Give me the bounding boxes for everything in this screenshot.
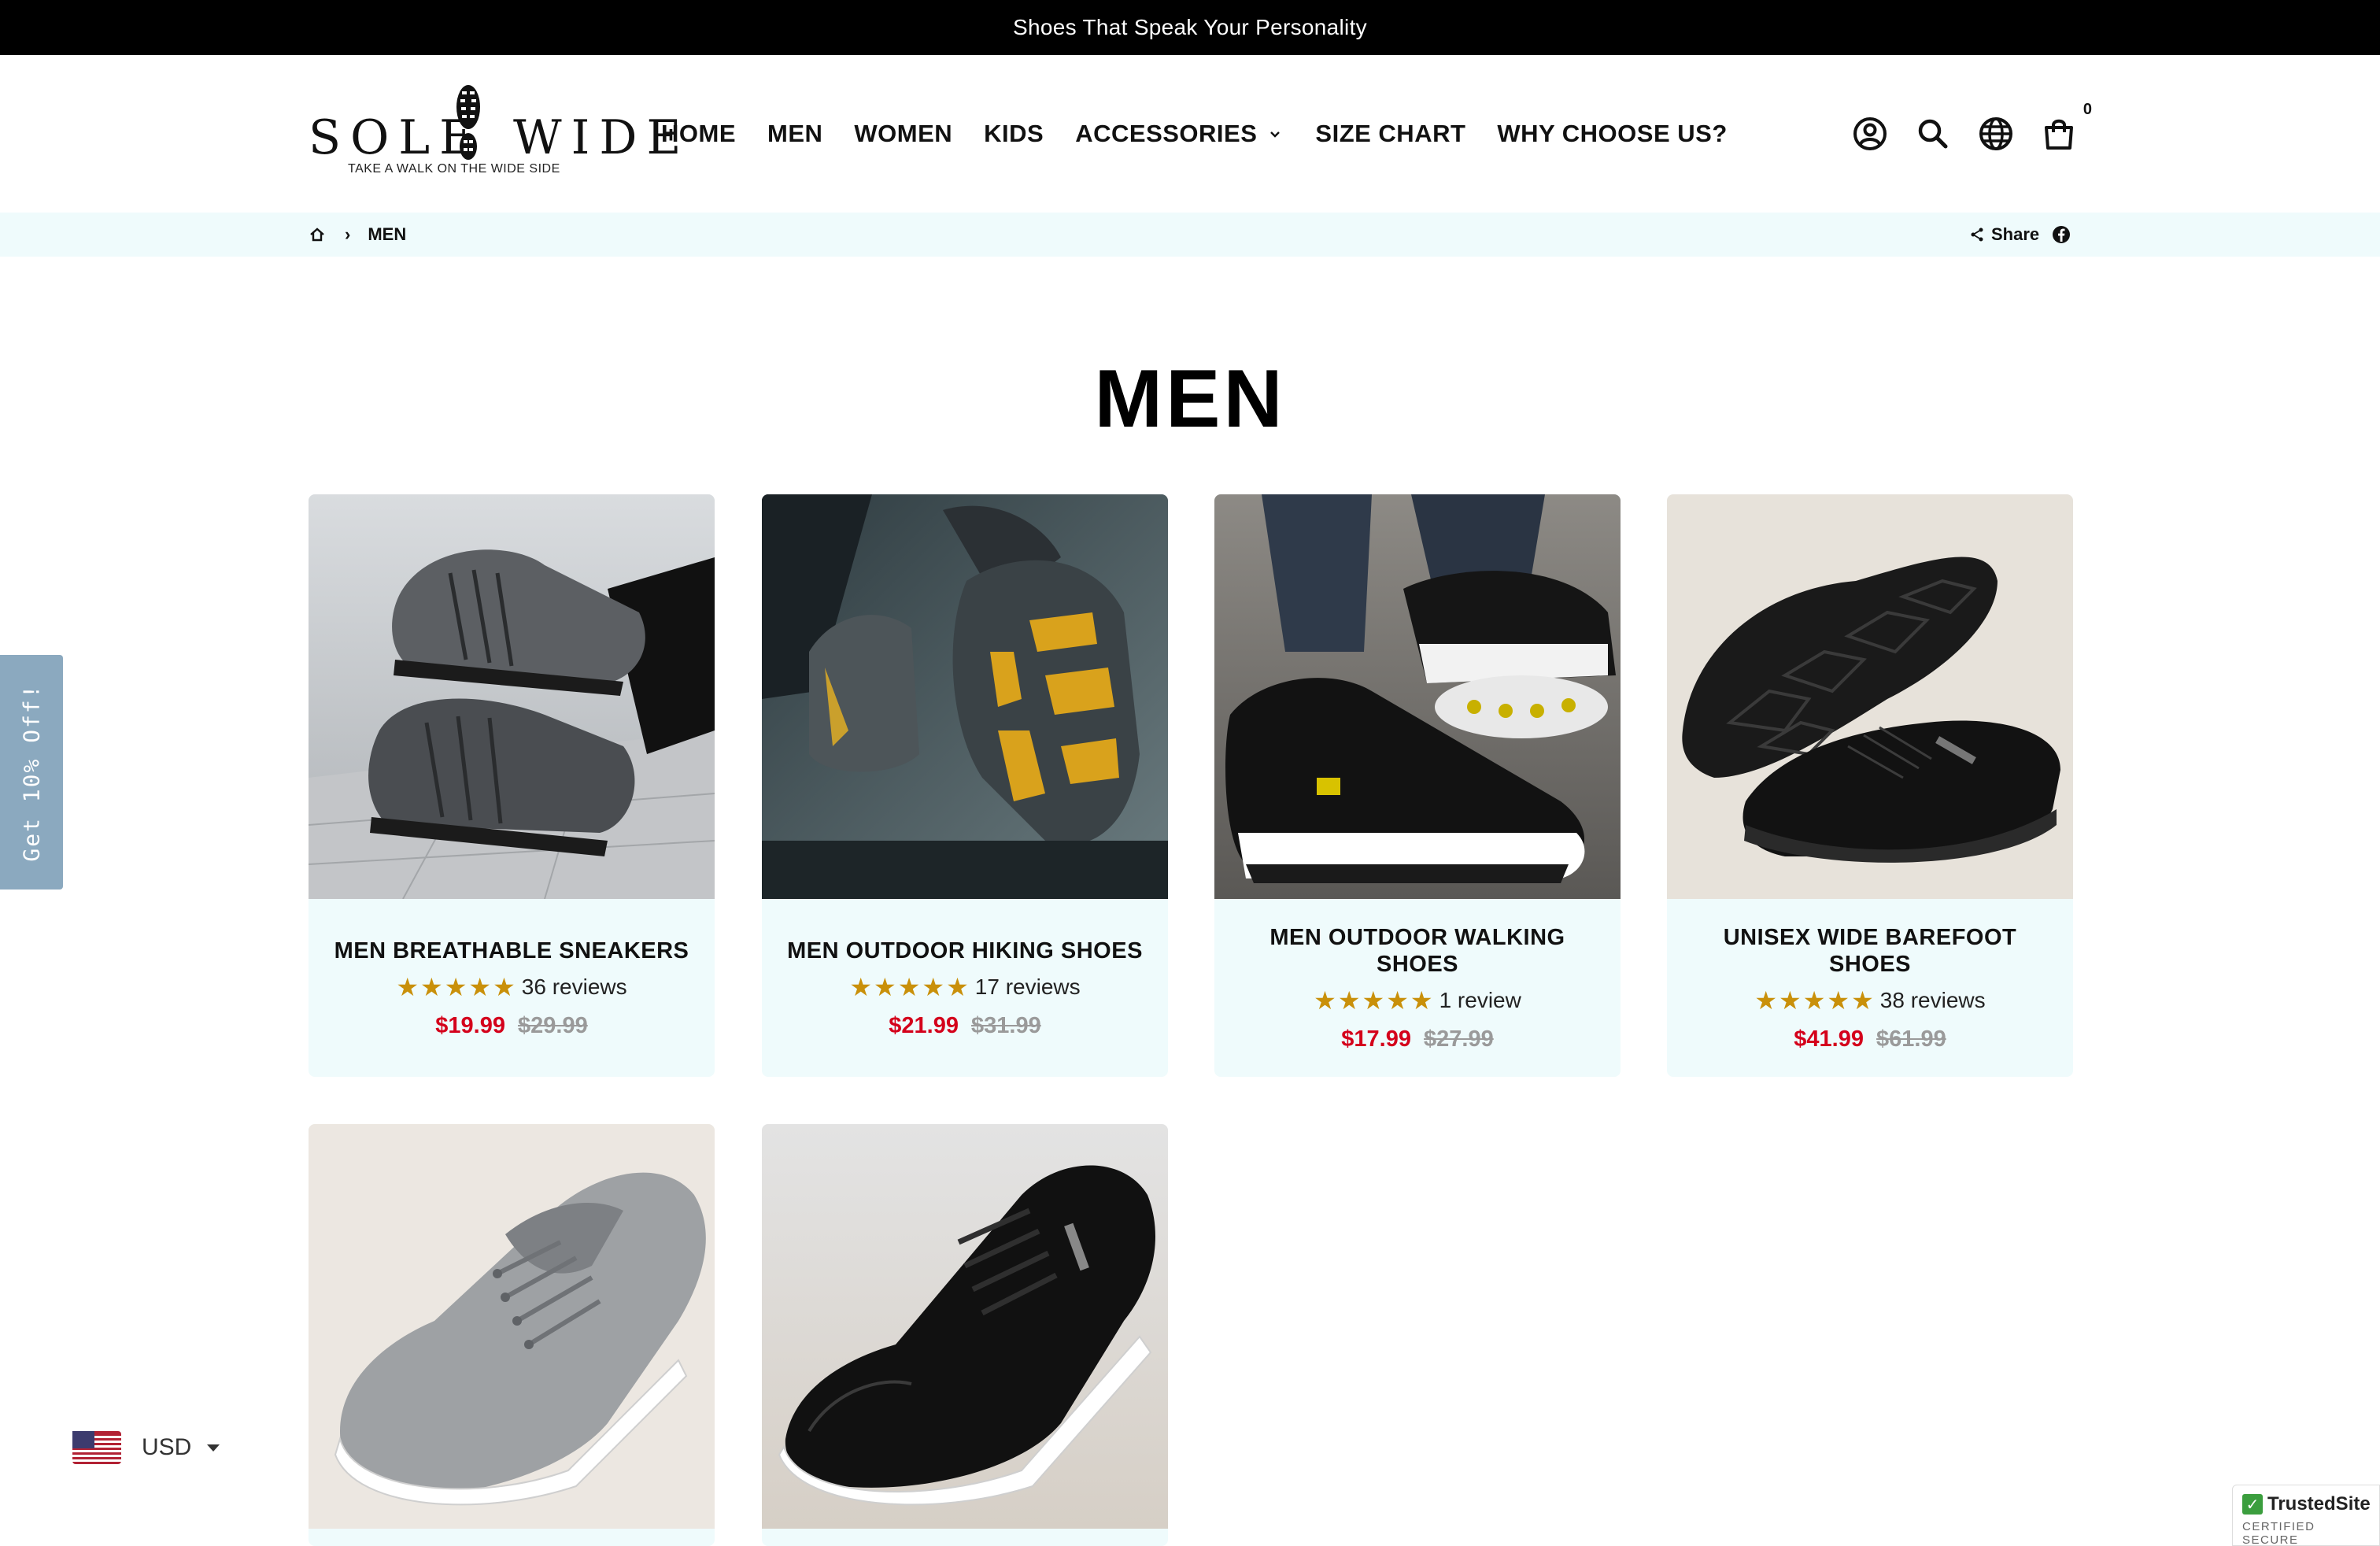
site-header: SOLE WIDE TAKE A WALK ON THE WIDE SIDE H…	[0, 55, 2380, 213]
nav-item-women[interactable]: WOMEN	[854, 120, 952, 148]
breadcrumb-bar: › MEN Share	[0, 213, 2380, 257]
product-card[interactable]: UNISEX WIDE BAREFOOT SHOES ★★★★★ 38 revi…	[1667, 494, 2073, 1077]
cart-button[interactable]: 0	[2037, 101, 2092, 156]
review-count: 17 reviews	[974, 974, 1081, 999]
share-icon	[1971, 227, 1983, 242]
facebook-icon[interactable]	[2052, 225, 2071, 244]
chevron-right-icon: ›	[345, 224, 351, 244]
trustedsite-subtitle: CERTIFIED SECURE	[2242, 1520, 2315, 1546]
star-rating-icons: ★★★★★	[1754, 986, 1876, 1015]
hiking-shoe-photo	[762, 494, 1168, 899]
product-price: $21.99 $31.99	[889, 1013, 1040, 1039]
sale-price: $41.99	[1794, 1026, 1864, 1052]
review-count: 36 reviews	[521, 974, 627, 999]
review-count: 1 review	[1439, 987, 1521, 1012]
nav-item-why-choose-us[interactable]: WHY CHOOSE US?	[1497, 120, 1727, 148]
nav-item-size-chart[interactable]: SIZE CHART	[1315, 120, 1465, 148]
announcement-text: Shoes That Speak Your Personality	[1013, 15, 1367, 39]
product-rating: ★★★★★ 38 reviews	[1754, 986, 1985, 1015]
product-price: $17.99 $27.99	[1341, 1026, 1493, 1052]
barefoot-shoe-photo	[1667, 494, 2073, 899]
account-icon	[1853, 117, 1887, 150]
review-count: 38 reviews	[1879, 987, 1986, 1012]
compare-price: $31.99	[971, 1012, 1041, 1038]
trustedsite-title-row: ✓ TrustedSite	[2242, 1493, 2371, 1515]
compare-price: $29.99	[518, 1012, 588, 1038]
logo[interactable]: SOLE WIDE TAKE A WALK ON THE WIDE SIDE	[309, 83, 681, 178]
grey-knit-shoe-photo	[309, 1124, 715, 1529]
discount-side-tab[interactable]: Get 10% Off!	[0, 655, 63, 890]
product-price: $41.99 $61.99	[1794, 1026, 1946, 1052]
product-info: MEN BREATHABLE SNEAKERS ★★★★★ 36 reviews…	[309, 899, 715, 1077]
product-name[interactable]: MEN OUTDOOR WALKING SHOES	[1238, 924, 1597, 978]
breadcrumb-current: MEN	[368, 224, 407, 244]
product-card[interactable]	[309, 1124, 715, 1546]
product-name[interactable]: MEN BREATHABLE SNEAKERS	[334, 938, 689, 964]
share-label[interactable]: Share	[1991, 224, 2039, 245]
product-rating: ★★★★★ 17 reviews	[849, 972, 1080, 1002]
star-rating-icons: ★★★★★	[396, 972, 517, 1001]
trustedsite-badge[interactable]: ✓ TrustedSite CERTIFIED SECURE	[2232, 1485, 2380, 1546]
black-leather-shoe-photo	[762, 1124, 1168, 1529]
search-icon	[1918, 119, 1948, 149]
sale-price: $19.99	[435, 1012, 505, 1038]
product-name[interactable]: UNISEX WIDE BAREFOOT SHOES	[1691, 924, 2049, 978]
nav-item-men[interactable]: MEN	[767, 120, 822, 148]
globe-icon	[1979, 117, 2012, 150]
product-name[interactable]: MEN OUTDOOR HIKING SHOES	[787, 938, 1143, 964]
product-price: $19.99 $29.99	[435, 1013, 587, 1039]
footprint-logo-icon	[456, 85, 480, 160]
nav-item-home[interactable]: HOME	[661, 120, 736, 148]
trustedsite-title: TrustedSite	[2267, 1493, 2371, 1515]
product-info: UNISEX WIDE BAREFOOT SHOES ★★★★★ 38 revi…	[1667, 899, 2073, 1077]
product-image[interactable]	[1667, 494, 2073, 899]
search-button[interactable]	[1911, 112, 1955, 156]
currency-selector[interactable]: USD	[72, 1431, 221, 1464]
nav-item-accessories[interactable]: ACCESSORIES	[1075, 120, 1282, 148]
main-nav: HOME MEN WOMEN KIDS ACCESSORIES SIZE CHA…	[661, 55, 1759, 213]
home-icon[interactable]	[309, 226, 326, 243]
product-image[interactable]	[309, 494, 715, 899]
currency-code: USD	[142, 1434, 192, 1460]
sneaker-photo	[309, 494, 715, 899]
nav-item-kids[interactable]: KIDS	[984, 120, 1044, 148]
star-rating-icons: ★★★★★	[1314, 986, 1435, 1015]
product-image[interactable]	[309, 1124, 715, 1529]
sale-price: $17.99	[1341, 1026, 1411, 1052]
account-button[interactable]	[1848, 112, 1892, 156]
product-info: MEN OUTDOOR HIKING SHOES ★★★★★ 17 review…	[762, 899, 1168, 1077]
share-group: Share	[1969, 224, 2077, 245]
discount-side-tab-label: Get 10% Off!	[18, 682, 45, 862]
breadcrumb: › MEN	[309, 224, 406, 245]
product-image[interactable]	[762, 1124, 1168, 1529]
product-info: MEN OUTDOOR WALKING SHOES ★★★★★ 1 review…	[1214, 899, 1621, 1077]
product-image[interactable]	[762, 494, 1168, 899]
product-card[interactable]: MEN BREATHABLE SNEAKERS ★★★★★ 36 reviews…	[309, 494, 715, 1077]
product-rating: ★★★★★ 1 review	[1314, 986, 1521, 1015]
cart-count: 0	[2082, 101, 2092, 118]
logo-tagline: TAKE A WALK ON THE WIDE SIDE	[348, 162, 560, 176]
language-button[interactable]	[1974, 112, 2018, 156]
compare-price: $61.99	[1876, 1026, 1946, 1052]
sale-price: $21.99	[889, 1012, 959, 1038]
compare-price: $27.99	[1424, 1026, 1494, 1052]
cart-icon	[2045, 119, 2073, 150]
announcement-bar: Shoes That Speak Your Personality	[0, 0, 2380, 55]
product-card[interactable]: MEN OUTDOOR WALKING SHOES ★★★★★ 1 review…	[1214, 494, 1621, 1077]
product-image[interactable]	[1214, 494, 1621, 899]
product-rating: ★★★★★ 36 reviews	[396, 972, 626, 1002]
header-icons: 0	[1829, 55, 2092, 213]
product-card[interactable]: MEN OUTDOOR HIKING SHOES ★★★★★ 17 review…	[762, 494, 1168, 1077]
checkmark-icon: ✓	[2242, 1494, 2263, 1515]
page-title: MEN	[1094, 353, 1286, 445]
walking-shoe-photo	[1214, 494, 1621, 899]
nav-item-accessories-label: ACCESSORIES	[1075, 120, 1258, 147]
product-card[interactable]	[762, 1124, 1168, 1546]
star-rating-icons: ★★★★★	[849, 972, 970, 1001]
caret-down-icon	[207, 1444, 220, 1452]
us-flag-icon	[72, 1431, 121, 1464]
chevron-down-icon	[1270, 131, 1281, 138]
